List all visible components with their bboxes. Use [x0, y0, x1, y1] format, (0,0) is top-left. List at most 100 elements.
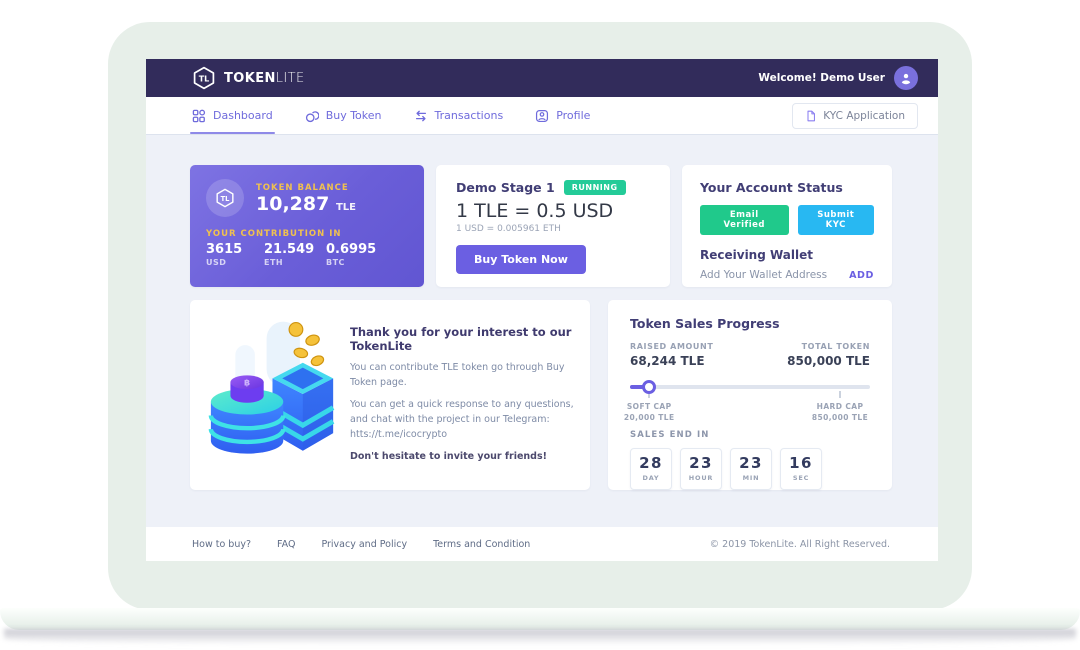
main-nav: Dashboard Buy Token Transactions	[146, 97, 938, 134]
balance-symbol: TLE	[336, 202, 356, 213]
countdown-min-box: 23 MIN	[730, 448, 772, 490]
countdown-day-value: 28	[639, 456, 663, 471]
app-footer: How to buy? FAQ Privacy and Policy Terms…	[146, 527, 938, 561]
token-sub-rate: 1 USD = 0.005961 ETH	[456, 224, 650, 234]
thanks-paragraph-3: Don't hesitate to invite your friends!	[350, 450, 578, 465]
stage-card: Demo Stage 1 RUNNING 1 TLE = 0.5 USD 1 U…	[436, 165, 670, 287]
contribution-label: YOUR CONTRIBUTION IN	[206, 229, 408, 239]
contribution-eth-label: ETH	[264, 258, 326, 267]
brand-name-bold: TOKEN	[224, 71, 276, 86]
kyc-file-icon	[805, 110, 817, 122]
countdown-min-value: 23	[739, 456, 763, 471]
thanks-title: Thank you for your interest to our Token…	[350, 325, 578, 353]
welcome-text: Welcome! Demo User	[758, 72, 885, 84]
nav-tab-buy-token[interactable]: Buy Token	[305, 97, 382, 134]
soft-cap-label: SOFT CAP 20,000 TLE	[624, 401, 675, 424]
nav-label-transactions: Transactions	[435, 109, 504, 122]
user-menu[interactable]: Welcome! Demo User	[758, 66, 918, 90]
add-wallet-link[interactable]: ADD	[849, 270, 874, 281]
footer-link-how-to-buy[interactable]: How to buy?	[192, 539, 251, 550]
nav-tab-dashboard[interactable]: Dashboard	[192, 97, 273, 134]
thanks-text: Thank you for your interest to our Token…	[350, 325, 578, 465]
app-header: TL TOKENLITE Welcome! Demo User	[146, 59, 938, 97]
sales-progress-title: Token Sales Progress	[630, 316, 870, 331]
soft-cap-title: SOFT CAP	[624, 401, 675, 412]
countdown-hour-box: 23 HOUR	[680, 448, 722, 490]
svg-text:TL: TL	[221, 195, 231, 203]
countdown-sec-unit: SEC	[793, 474, 809, 482]
countdown-day-box: 28 DAY	[630, 448, 672, 490]
thanks-card: ฿ Thank you for your interest to our Tok…	[190, 300, 590, 490]
footer-link-faq[interactable]: FAQ	[277, 539, 295, 550]
contribution-usd: 3615 USD	[206, 243, 264, 267]
account-status-title: Your Account Status	[700, 180, 874, 195]
total-token: TOTAL TOKEN 850,000 TLE	[787, 342, 870, 368]
hard-cap-label: HARD CAP 850,000 TLE	[812, 401, 868, 424]
svg-text:TL: TL	[199, 74, 210, 83]
footer-link-terms-condition[interactable]: Terms and Condition	[433, 539, 530, 550]
hard-cap-value: 850,000 TLE	[812, 412, 868, 423]
contribution-usd-value: 3615	[206, 243, 264, 257]
contribution-btc-value: 0.6995	[326, 243, 376, 257]
hard-cap-title: HARD CAP	[812, 401, 868, 412]
svg-text:฿: ฿	[244, 379, 250, 389]
token-rate: 1 TLE = 0.5 USD	[456, 202, 650, 221]
laptop-shadow	[4, 629, 1076, 645]
progress-thumb[interactable]	[642, 380, 656, 394]
kyc-application-button[interactable]: KYC Application	[792, 103, 918, 129]
token-balance-card: TL TOKEN BALANCE 10,287 TLE YOUR CONTRIB…	[190, 165, 424, 287]
total-token-label: TOTAL TOKEN	[787, 342, 870, 351]
swap-arrows-icon	[414, 109, 428, 123]
nav-items: Dashboard Buy Token Transactions	[192, 97, 590, 134]
email-verified-badge[interactable]: Email Verified	[700, 205, 789, 235]
account-status-card: Your Account Status Email Verified Submi…	[682, 165, 892, 287]
sales-progress-card: Token Sales Progress RAISED AMOUNT 68,24…	[608, 300, 892, 490]
soft-cap-value: 20,000 TLE	[624, 412, 675, 423]
submit-kyc-badge[interactable]: Submit KYC	[798, 205, 875, 235]
brand-name: TOKENLITE	[224, 71, 305, 86]
nav-label-dashboard: Dashboard	[213, 109, 273, 122]
brand-name-light: LITE	[276, 71, 305, 86]
contribution-eth-value: 21.549	[264, 243, 326, 257]
token-balance-label: TOKEN BALANCE	[256, 183, 356, 193]
contribution-eth: 21.549 ETH	[264, 243, 326, 267]
footer-links: How to buy? FAQ Privacy and Policy Terms…	[192, 539, 530, 550]
coins-icon	[305, 109, 319, 123]
countdown-hour-unit: HOUR	[689, 474, 713, 482]
laptop-base	[0, 608, 1080, 630]
stage-title: Demo Stage 1	[456, 180, 555, 195]
dashboard-icon	[192, 109, 206, 123]
thanks-paragraph-2: You can get a quick response to any ques…	[350, 398, 578, 442]
countdown-min-unit: MIN	[743, 474, 760, 482]
brand-logo: TL TOKENLITE	[192, 66, 305, 90]
total-token-value: 850,000 TLE	[787, 354, 870, 368]
progress-slider[interactable]: SOFT CAP 20,000 TLE HARD CAP 850,000 TLE	[630, 377, 870, 421]
contribution-row: 3615 USD 21.549 ETH 0.6995 BTC	[206, 243, 408, 267]
contribution-btc-label: BTC	[326, 258, 376, 267]
progress-track	[630, 385, 870, 389]
countdown-sec-box: 16 SEC	[780, 448, 822, 490]
countdown: 28 DAY 23 HOUR 23 MIN	[630, 448, 870, 490]
raised-amount-value: 68,244 TLE	[630, 354, 713, 368]
countdown-hour-value: 23	[689, 456, 713, 471]
status-badge-running: RUNNING	[564, 180, 626, 195]
countdown-sec-value: 16	[789, 456, 813, 471]
nav-tab-transactions[interactable]: Transactions	[414, 97, 504, 134]
nav-label-buy-token: Buy Token	[326, 109, 382, 122]
hard-cap-tick	[839, 391, 841, 398]
tokenlite-logo-icon: TL	[192, 66, 216, 90]
app-window: TL TOKENLITE Welcome! Demo User	[146, 59, 938, 561]
nav-tab-profile[interactable]: Profile	[535, 97, 590, 134]
wallet-address-text: Add Your Wallet Address	[700, 269, 827, 281]
footer-link-privacy-policy[interactable]: Privacy and Policy	[321, 539, 407, 550]
buy-token-now-button[interactable]: Buy Token Now	[456, 245, 586, 274]
raised-amount: RAISED AMOUNT 68,244 TLE	[630, 342, 713, 368]
receiving-wallet-title: Receiving Wallet	[700, 248, 874, 262]
copyright-text: © 2019 TokenLite. All Right Reserved.	[710, 539, 890, 550]
kyc-button-label: KYC Application	[823, 110, 905, 122]
token-logo-icon: TL	[206, 179, 244, 217]
user-avatar-icon[interactable]	[894, 66, 918, 90]
balance-value: 10,287	[256, 193, 329, 215]
coins-illustration: ฿	[206, 314, 338, 476]
raised-amount-label: RAISED AMOUNT	[630, 342, 713, 351]
